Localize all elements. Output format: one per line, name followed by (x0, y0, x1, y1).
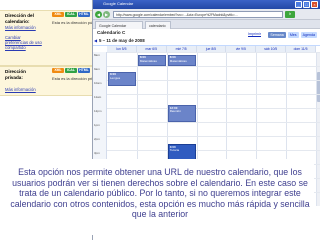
hour-gridline (107, 80, 320, 81)
window-title: Google Calendar (103, 1, 134, 6)
hour-gridline (107, 108, 320, 109)
caption-box: Esta opción nos permite obtener una URL … (6, 159, 314, 235)
event-title: Reunión (169, 109, 181, 114)
calendar-view-tabs: Semana Mes Agenda (268, 32, 317, 38)
address-bar: ◀ ▶ Ir (93, 9, 320, 20)
private-xml-badge[interactable]: XML (52, 68, 64, 73)
private-address-title: Dirección privada: (5, 69, 26, 80)
change-sharing-link[interactable]: Cambiar preferencias de uso compartido (5, 35, 45, 50)
time-label: 8am (94, 53, 100, 57)
time-label: 11am (94, 95, 102, 99)
xml-badge[interactable]: XML (52, 12, 64, 17)
go-button[interactable]: Ir (285, 11, 295, 18)
private-ical-badge[interactable]: ICAL (65, 68, 77, 73)
day-column-divider (316, 52, 317, 206)
forward-arrow-icon[interactable]: ▶ (103, 11, 110, 18)
calendar-address-title: Dirección del calendario: (5, 13, 34, 24)
format-badges: XML ICAL HTML (52, 12, 90, 17)
private-html-badge[interactable]: HTML (78, 68, 90, 73)
time-label: 12pm (94, 109, 102, 113)
hour-gridline (107, 66, 320, 67)
calendar-event[interactable]: 8:00 Lengua (108, 71, 136, 86)
calendar-event[interactable]: 8:00 Matemáticas (167, 54, 196, 66)
tab-calendario[interactable]: calendario (145, 21, 171, 29)
private-more-info-link[interactable]: Más información (5, 87, 45, 92)
view-tab-week[interactable]: Semana (268, 32, 286, 38)
private-address-row: Dirección privada: Más información XML I… (0, 66, 92, 96)
date-range-label: 5 – 11 de may de 2008 (99, 38, 145, 43)
hour-gridline (107, 52, 320, 53)
time-label: 1pm (94, 123, 100, 127)
back-arrow-icon[interactable]: ◀ (95, 11, 102, 18)
browser-tab-bar: Google Calendar calendario (93, 20, 320, 29)
calendar-address-row: Dirección del calendario: Más informació… (0, 10, 92, 66)
time-label: 10am (94, 81, 102, 85)
hour-gridline (107, 122, 320, 123)
more-info-link[interactable]: Más información (5, 25, 45, 30)
event-title: Matemáticas (169, 58, 187, 63)
print-link[interactable]: Imprimir (248, 32, 261, 36)
window-controls: _ □ × (295, 1, 318, 8)
time-label: 3pm (94, 151, 100, 155)
calendar-address-description: Esta es la dirección pública (52, 20, 92, 25)
view-tab-agenda[interactable]: Agenda (300, 32, 317, 38)
calendar-event[interactable]: 8:00 Matemáticas (137, 54, 166, 66)
maximize-button[interactable]: □ (303, 1, 310, 8)
event-title: Tutoría (169, 148, 180, 153)
browser-titlebar: Google Calendar _ □ × (93, 0, 320, 9)
event-title: Matemáticas (139, 58, 157, 63)
close-button[interactable]: × (311, 1, 318, 8)
ical-badge[interactable]: ICAL (65, 12, 77, 17)
private-format-badges: XML ICAL HTML (52, 68, 90, 73)
minimize-button[interactable]: _ (295, 1, 302, 8)
time-label: 2pm (94, 137, 100, 141)
url-input[interactable] (113, 11, 283, 18)
tab-google-calendar[interactable]: Google Calendar (95, 21, 143, 29)
time-label: 9am (94, 67, 100, 71)
private-address-description: Esta es la dirección privada de este cal… (52, 76, 92, 81)
view-tab-month[interactable]: Mes (287, 32, 299, 38)
hour-gridline (107, 150, 320, 151)
calendar-app-title: Calendario C (97, 30, 126, 35)
event-title: Lengua (110, 75, 121, 80)
html-badge[interactable]: HTML (78, 12, 90, 17)
previous-week-arrow-icon[interactable]: ◀ (93, 38, 98, 43)
hour-gridline (107, 94, 320, 95)
calendar-event[interactable]: 12:00 Reunión (167, 105, 196, 122)
caption-text: Esta opción nos permite obtener una URL … (10, 167, 310, 220)
hour-gridline (107, 136, 320, 137)
